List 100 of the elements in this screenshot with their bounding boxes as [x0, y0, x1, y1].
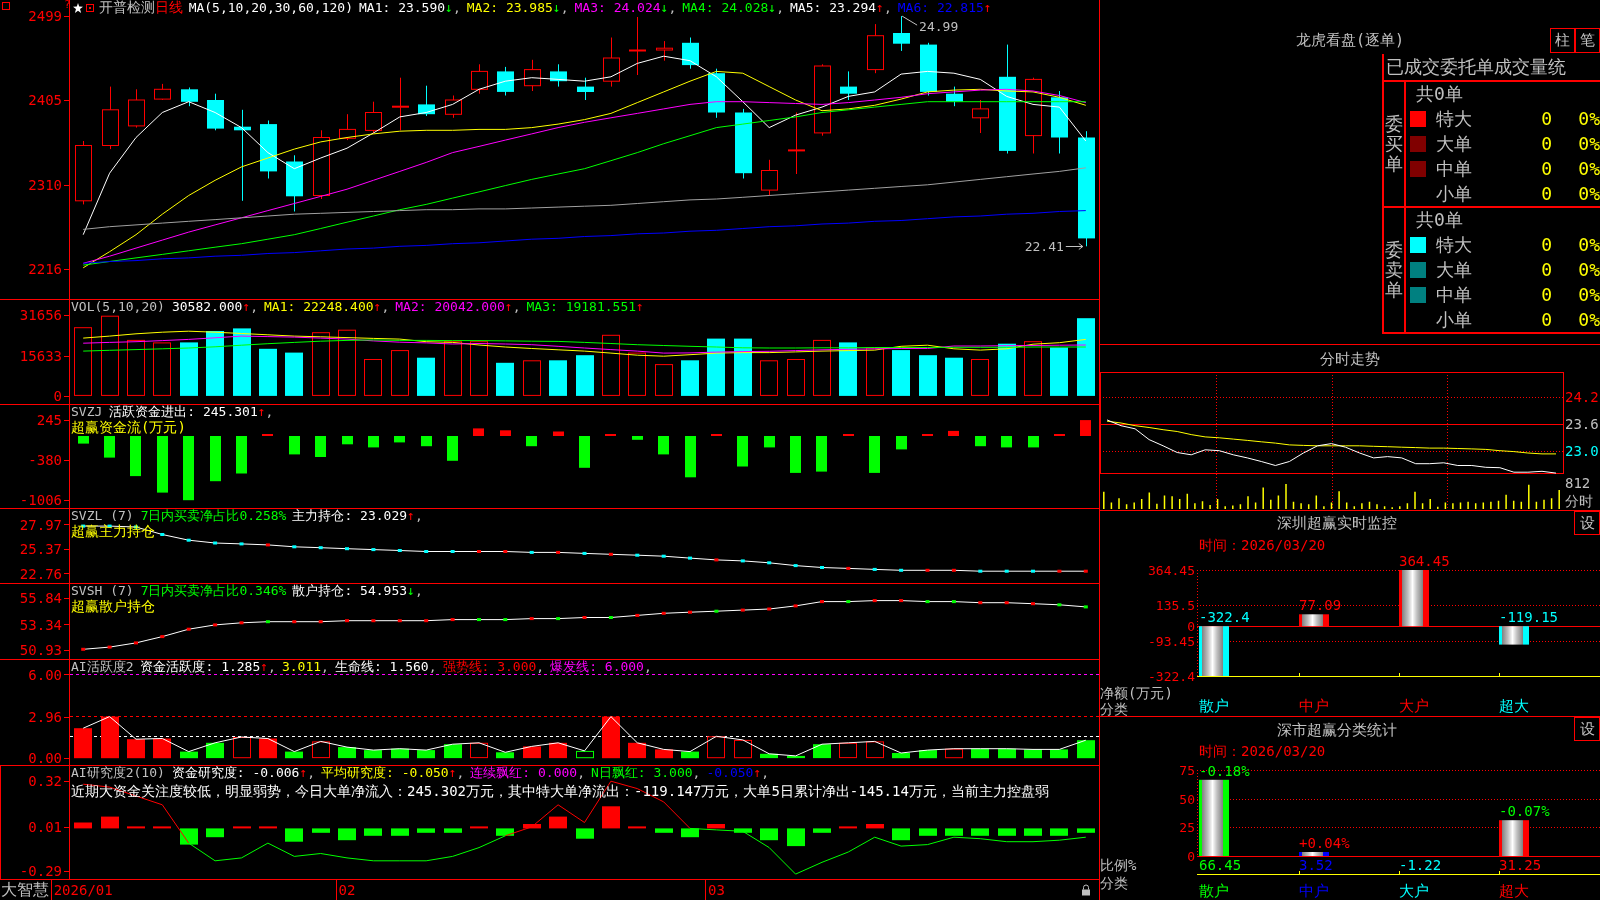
row-label: 大单: [1435, 258, 1472, 281]
trend-arrow: ↑: [299, 766, 308, 780]
settings-button[interactable]: 设: [1574, 717, 1600, 741]
axis-label: 25: [1179, 820, 1195, 835]
separator: ,: [307, 766, 316, 780]
axis-title: 分类: [1100, 875, 1128, 891]
price-label: 22.41: [1024, 239, 1064, 254]
trend-arrow: ↓: [552, 0, 561, 15]
separator: ,: [761, 766, 770, 780]
axis-label: 0.32: [28, 773, 62, 790]
candle: [286, 154, 303, 212]
price-label: 24.99: [919, 18, 959, 34]
percent-value: 0%: [1578, 308, 1600, 331]
indicator-value: 资金研究度: -0.006: [171, 766, 300, 780]
square-icon: [2, 2, 10, 10]
trend-arrow: ↑: [407, 509, 415, 523]
count-value: 0: [1541, 258, 1552, 281]
separator: ,: [512, 300, 521, 314]
category-label: 大户: [1399, 882, 1429, 900]
axis-title: 分时: [1565, 493, 1593, 509]
group-label: 委卖单: [1385, 240, 1403, 300]
value-label: 77.09: [1299, 597, 1342, 614]
separator: ,: [265, 405, 274, 419]
candle: [365, 101, 382, 134]
separator: ,: [883, 0, 892, 15]
separator: ,: [668, 0, 677, 15]
separator: ,: [414, 509, 423, 523]
axis-label: 2310: [28, 176, 62, 193]
trend-arrow: ↑: [753, 766, 762, 780]
period-label: 日线: [154, 0, 183, 17]
axis-label: 6.00: [28, 666, 62, 683]
indicator-value: MA2: 20042.000: [395, 300, 505, 314]
order-total: 共0单: [1416, 83, 1463, 105]
indicator-name: SVSH (7): [71, 584, 134, 598]
change-label: -0.18%: [1199, 762, 1250, 779]
axis-label: 135.5: [1155, 598, 1195, 613]
category-label: 中户: [1299, 697, 1329, 715]
axis-label: 0.01: [28, 818, 62, 835]
candle: [708, 68, 725, 119]
percent-value: 0%: [1578, 107, 1600, 130]
count-value: 0: [1541, 233, 1552, 256]
count-value: 0: [1541, 283, 1552, 306]
trend-arrow: ↑: [260, 660, 269, 674]
candle: [550, 63, 567, 88]
view-toggle-button[interactable]: 柱: [1550, 28, 1575, 53]
count-value: 0: [1541, 132, 1552, 155]
date-label: 03: [707, 882, 725, 898]
indicator-value: 强势线: 3.000,: [442, 660, 545, 674]
indicator-name: AI研究度2(10): [71, 766, 165, 780]
axis-title: 比例%: [1100, 857, 1137, 873]
axis-label: 55.84: [19, 590, 62, 606]
settings-button[interactable]: 设: [1574, 511, 1600, 535]
separator: ,: [381, 300, 390, 314]
candle: [603, 37, 620, 88]
scale-label: 812: [1565, 475, 1591, 491]
indicator-value: MA6: 22.815: [897, 0, 984, 15]
leader-line: [901, 15, 918, 26]
stock-name: 开普检测: [98, 0, 155, 17]
indicator-value: MA4: 24.028: [682, 0, 769, 15]
candle: [154, 83, 171, 101]
arrow-icon: [1065, 243, 1084, 250]
date-label: 02: [338, 882, 356, 898]
trend-arrow: ↓: [407, 584, 415, 598]
candle: [418, 85, 435, 117]
axis-label: 24.2: [1565, 389, 1599, 406]
candle: [946, 86, 963, 107]
candle: [867, 23, 884, 74]
panel-title: 龙虎看盘(逐单): [1295, 31, 1405, 49]
candle: [735, 108, 752, 179]
indicator-value: 生命线: 1.560,: [334, 660, 437, 674]
candle: [629, 16, 646, 76]
trend-arrow: ↑: [983, 0, 992, 15]
indicator-value: 连续飘红: 0.000,: [470, 766, 585, 780]
candle: [445, 95, 462, 119]
timestamp-label: 时间：2026/03/20: [1199, 743, 1326, 761]
trend-arrow: ↑: [257, 405, 266, 419]
axis-label: 364.45: [1148, 563, 1195, 578]
indicator-value: MA3: 24.024: [574, 0, 661, 15]
indicator-value: 7日内买卖净占比0.258%: [140, 509, 287, 523]
candle: [656, 40, 673, 62]
candle: [524, 59, 541, 92]
trend-arrow: ↑: [448, 766, 457, 780]
candle: [1051, 90, 1068, 154]
axis-label: 50: [1179, 792, 1195, 807]
category-label: 超大: [1499, 882, 1529, 900]
indicator-value: -0.050: [706, 766, 754, 780]
percent-value: 0%: [1578, 283, 1600, 306]
axis-label: 245: [36, 412, 62, 429]
axis-label: 27.97: [19, 516, 62, 533]
value-label: -1.22: [1399, 857, 1442, 873]
row-label: 中单: [1435, 157, 1472, 180]
category-label: 超大: [1499, 697, 1529, 715]
candle: [761, 159, 778, 196]
indicator-value: MA5: 23.294: [790, 0, 877, 15]
view-toggle-button[interactable]: 笔: [1575, 28, 1600, 53]
value-label: 31.25: [1499, 857, 1542, 873]
candle: [75, 140, 92, 205]
trend-arrow: ↑: [504, 300, 513, 314]
axis-label: -322.4: [1148, 669, 1195, 684]
indicator-value: 主力持仓: 23.029: [292, 509, 408, 523]
